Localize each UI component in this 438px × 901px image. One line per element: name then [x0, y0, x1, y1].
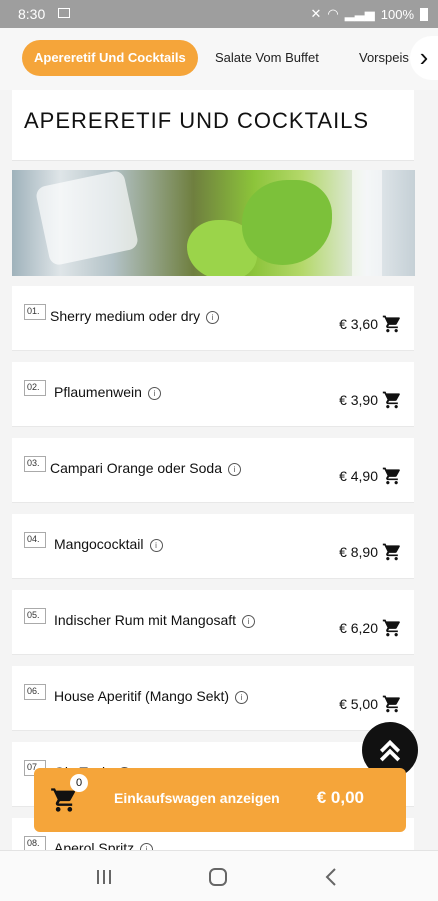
info-icon[interactable]: i	[206, 310, 220, 324]
item-name-row: Aperol Spritz i	[54, 840, 154, 850]
battery-icon	[420, 7, 428, 21]
info-icon[interactable]: i	[242, 614, 256, 628]
double-chevron-up-icon	[379, 739, 401, 762]
item-name-row: Pflaumenwein i	[54, 384, 161, 400]
back-icon[interactable]	[320, 865, 344, 889]
chevron-right-icon[interactable]: ›	[410, 36, 438, 80]
shopping-cart-icon[interactable]	[382, 314, 402, 334]
item-price: € 3,60	[339, 316, 378, 332]
item-number: 04.	[24, 532, 46, 548]
item-name-row: Campari Orange oder Soda i	[50, 460, 241, 476]
info-icon[interactable]: i	[147, 386, 161, 400]
info-icon[interactable]: i	[228, 462, 241, 476]
banner-glass	[352, 170, 382, 276]
item-name: House Aperitif (Mango Sekt)	[54, 688, 230, 704]
item-price: € 6,20	[339, 620, 378, 636]
item-name-row: Indischer Rum mit Mangosaft i	[54, 612, 256, 628]
item-name-row: Mangococktail i	[54, 536, 163, 552]
item-name: Aperol Spritz	[54, 840, 135, 850]
view-cart-button[interactable]: 0 Einkaufswagen anzeigen € 0,00	[34, 768, 406, 832]
signal-icon: ▂▃▅	[344, 6, 375, 21]
item-number: 08.	[24, 836, 46, 850]
wifi-icon: ◠	[327, 6, 339, 21]
item-number: 06.	[24, 684, 46, 700]
system-navigation-bar	[0, 850, 438, 901]
category-banner-image	[12, 170, 415, 276]
shopping-cart-icon[interactable]	[382, 466, 402, 486]
cart-count-badge: 0	[70, 774, 88, 792]
item-name: Mangococktail	[54, 536, 144, 552]
item-price: € 4,90	[339, 468, 378, 484]
item-number: 02.	[24, 380, 46, 396]
item-name-row: House Aperitif (Mango Sekt) i	[54, 688, 249, 704]
item-number: 03.	[24, 456, 46, 472]
tab-salate-vom-buffet[interactable]: Salate Vom Buffet	[215, 40, 319, 76]
item-number: 01.	[24, 304, 46, 320]
battery-percent: 100%	[380, 6, 414, 22]
item-price: € 5,00	[339, 696, 378, 712]
shopping-cart-icon[interactable]	[382, 618, 402, 638]
info-icon[interactable]: i	[140, 842, 154, 850]
cart-total: € 0,00	[316, 788, 364, 807]
image-notification-icon	[58, 8, 70, 18]
item-name: Pflaumenwein	[54, 384, 142, 400]
menu-item[interactable]: 04. Mangococktail i € 8,90	[12, 514, 414, 579]
cart-label: Einkaufswagen anzeigen	[114, 790, 280, 806]
banner-ice	[34, 170, 140, 267]
section-header: APERERETIF UND COCKTAILS	[12, 90, 414, 161]
status-time: 8:30	[18, 6, 46, 22]
category-tabs: Apereretif Und Cocktails Salate Vom Buff…	[0, 28, 438, 90]
mute-icon: ✕	[310, 6, 322, 21]
section-title: APERERETIF UND COCKTAILS	[24, 108, 370, 133]
tab-vorspeisen[interactable]: Vorspeis	[359, 40, 409, 76]
shopping-cart-icon[interactable]	[382, 694, 402, 714]
info-icon[interactable]: i	[235, 690, 249, 704]
menu-item[interactable]: 06. House Aperitif (Mango Sekt) i € 5,00	[12, 666, 414, 731]
menu-item[interactable]: 05. Indischer Rum mit Mangosaft i € 6,20	[12, 590, 414, 655]
menu-item[interactable]: 03. Campari Orange oder Soda i € 4,90	[12, 438, 414, 503]
item-name-row: Sherry medium oder dry i	[50, 308, 220, 324]
item-number: 05.	[24, 608, 46, 624]
item-price: € 8,90	[339, 544, 378, 560]
menu-item[interactable]: 01. Sherry medium oder dry i € 3,60	[12, 286, 414, 351]
info-icon[interactable]: i	[149, 538, 163, 552]
recent-apps-icon[interactable]	[92, 865, 116, 889]
shopping-cart-icon[interactable]	[382, 390, 402, 410]
home-icon[interactable]	[206, 865, 230, 889]
shopping-cart-icon[interactable]	[382, 542, 402, 562]
banner-leaf	[242, 180, 332, 265]
item-name: Campari Orange oder Soda	[50, 460, 222, 476]
menu-item[interactable]: 02. Pflaumenwein i € 3,90	[12, 362, 414, 427]
tab-apereretif-und-cocktails[interactable]: Apereretif Und Cocktails	[22, 40, 198, 76]
item-name: Indischer Rum mit Mangosaft	[54, 612, 237, 628]
item-price: € 3,90	[339, 392, 378, 408]
item-name: Sherry medium oder dry	[50, 308, 201, 324]
status-icons: ✕ ◠ ▂▃▅ 100%	[310, 6, 428, 22]
status-bar: 8:30 ✕ ◠ ▂▃▅ 100%	[0, 0, 438, 28]
